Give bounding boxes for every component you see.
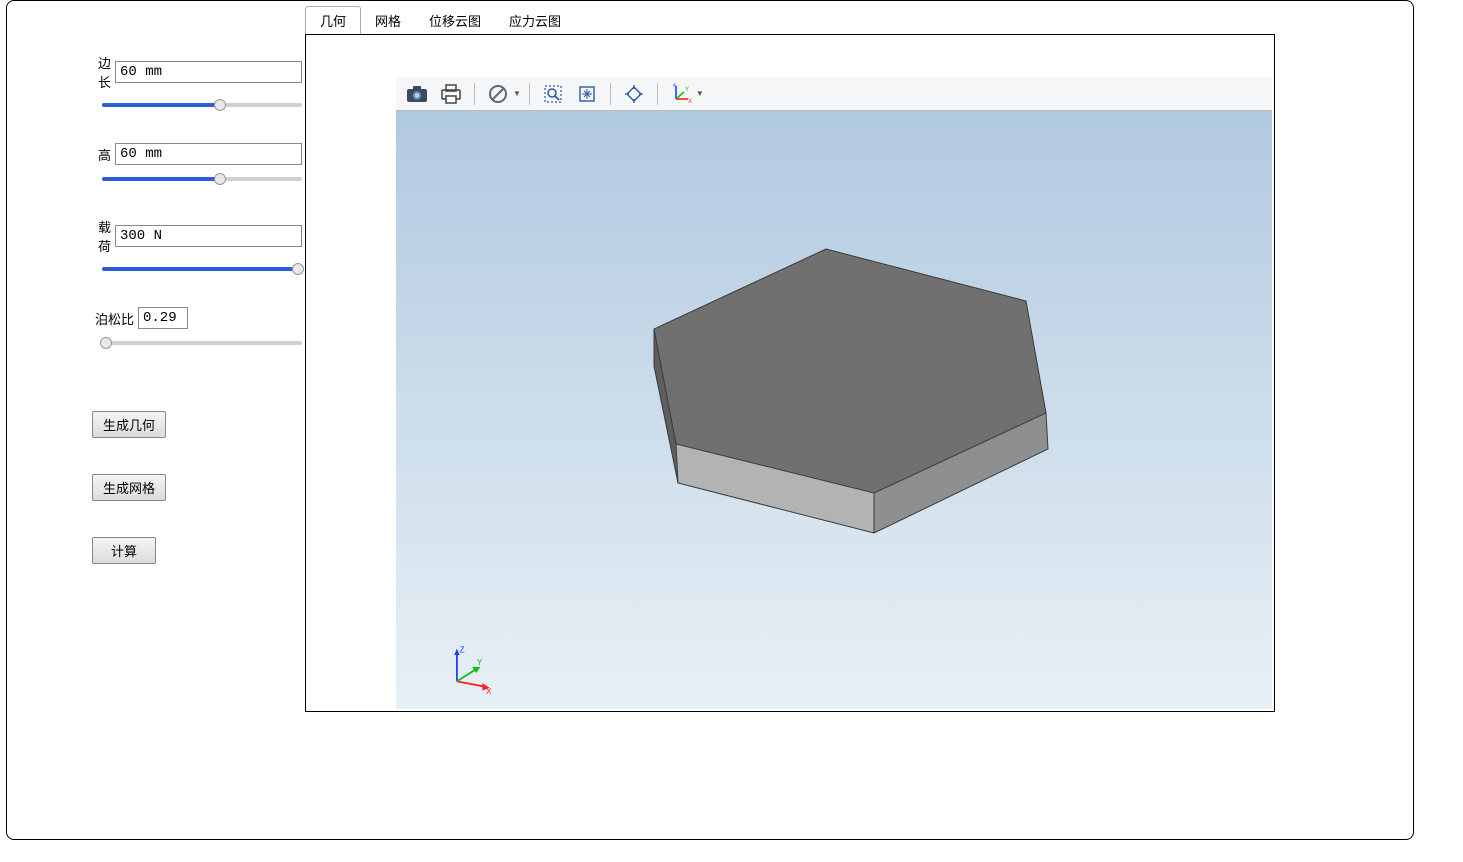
param-label: 边长 [92,53,111,91]
deny-icon[interactable] [483,80,513,108]
param-input-1[interactable] [115,143,302,165]
param-group: 载荷 [92,217,302,277]
diamond-expand-icon[interactable] [619,80,649,108]
axis-y-label: Y [477,658,483,667]
param-input-3[interactable] [138,307,188,329]
param-input-2[interactable] [115,225,302,247]
svg-text:Y: Y [685,87,689,93]
compute-button[interactable]: 计算 [92,537,156,564]
print-icon[interactable] [436,80,466,108]
param-group: 边长 [92,53,302,113]
hexagon-prism-model [636,241,1076,561]
zoom-rect-icon[interactable] [538,80,568,108]
param-label: 高 [92,145,111,164]
chevron-down-icon[interactable]: ▼ [513,89,521,98]
toolbar-separator [657,83,658,105]
param-input-0[interactable] [115,61,302,83]
param-label: 泊松比 [92,309,134,328]
param-label: 载荷 [92,217,111,255]
axis-z-label: Z [460,645,465,654]
param-slider[interactable] [102,97,302,113]
fit-view-icon[interactable] [572,80,602,108]
param-slider[interactable] [102,171,302,187]
toolbar-separator [610,83,611,105]
viewport-toolbar: ▼ Z YX ▼ [396,77,1272,111]
viewport-frame: ▼ ZYX ▼ [305,34,1275,712]
tab-bar: 几何网格位移云图应力云图 [305,11,575,35]
tab-2[interactable]: 位移云图 [415,7,495,35]
param-group: 泊松比 [92,307,302,351]
generate-mesh-button[interactable]: 生成网格 [92,474,166,501]
axis-triad: Z Y X [446,645,496,695]
axis-x-label: X [486,687,492,695]
axes-orientation-icon[interactable]: Z YX [666,80,696,108]
tab-1[interactable]: 网格 [361,7,415,35]
param-group: 高 [92,143,302,187]
tab-3[interactable]: 应力云图 [495,7,575,35]
chevron-down-icon[interactable]: ▼ [696,89,704,98]
toolbar-separator [474,83,475,105]
model-canvas[interactable]: Z Y X [396,111,1272,709]
sidebar: 边长 高 载荷 泊松比 [92,53,302,564]
tab-0[interactable]: 几何 [305,6,361,35]
camera-icon[interactable] [402,80,432,108]
generate-geometry-button[interactable]: 生成几何 [92,411,166,438]
param-slider[interactable] [102,261,302,277]
toolbar-separator [529,83,530,105]
svg-text:Z: Z [673,83,677,88]
app-frame: 边长 高 载荷 泊松比 [6,0,1414,840]
viewport[interactable]: ▼ ZYX ▼ [396,77,1272,709]
param-slider[interactable] [102,335,302,351]
svg-text:X: X [688,99,692,105]
